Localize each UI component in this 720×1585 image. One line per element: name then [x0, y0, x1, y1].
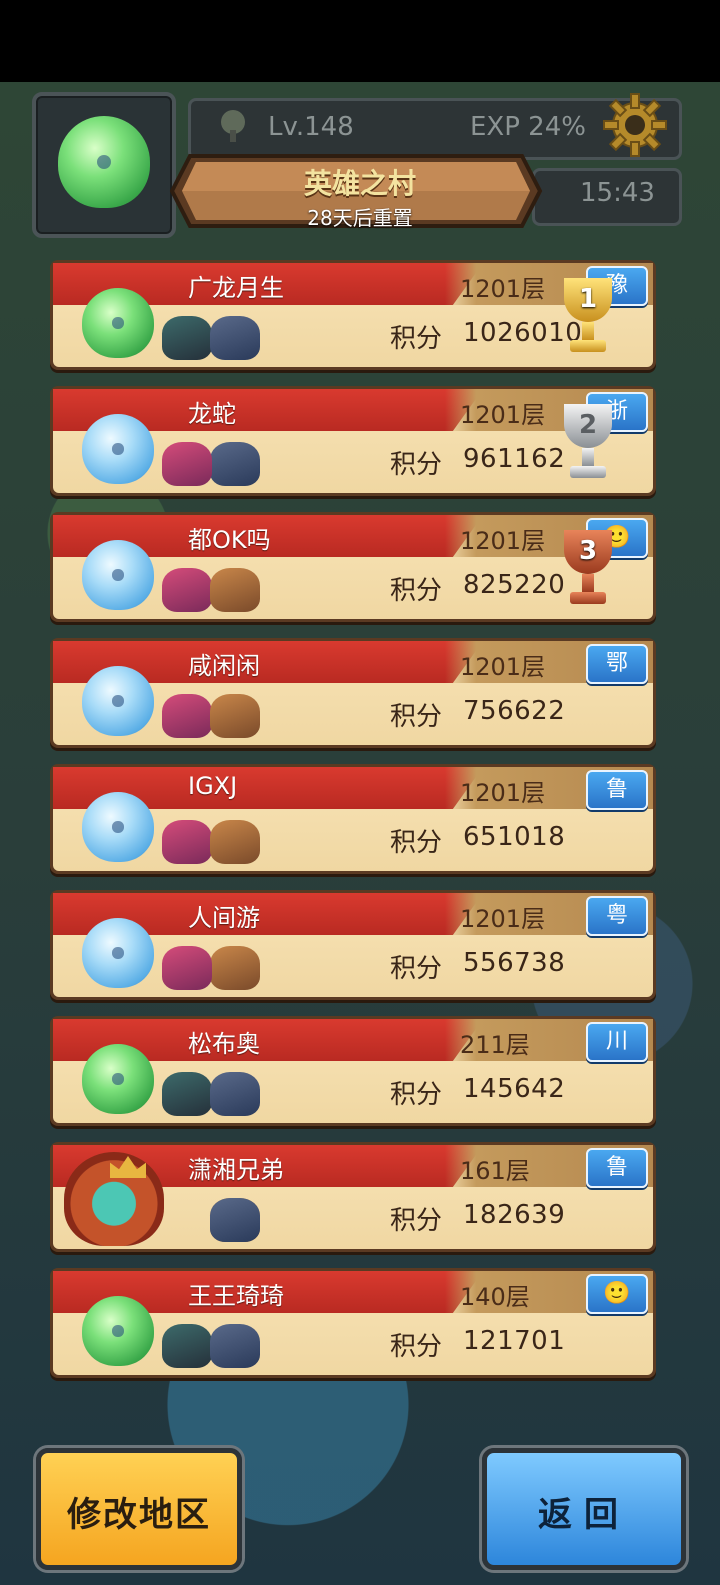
- reset-timer: 15:43: [580, 178, 655, 208]
- player-avatar[interactable]: [32, 92, 176, 238]
- floor-count: 1201层: [460, 653, 546, 681]
- region-badge: 🙂: [586, 1274, 648, 1314]
- score-label: 积分: [390, 1080, 443, 1110]
- ranking-row-9[interactable]: 王王琦琦 140层 积分 121701 🙂: [50, 1268, 656, 1378]
- ranking-row-6[interactable]: 人间游 1201层 积分 556738 粤: [50, 890, 656, 1000]
- tree-icon: [221, 110, 245, 142]
- score-value: 556738: [463, 948, 566, 978]
- slime-avatar-icon: [82, 540, 154, 610]
- score-label: 积分: [390, 954, 443, 984]
- team-monsters: [162, 812, 272, 866]
- score-label: 积分: [390, 1206, 443, 1236]
- score-value: 121701: [463, 1326, 566, 1356]
- slime-avatar-icon: [82, 414, 154, 484]
- change-region-button[interactable]: 修改地区: [36, 1448, 242, 1570]
- score-value: 182639: [463, 1200, 566, 1230]
- bronze-trophy-icon: 3: [556, 530, 620, 608]
- ranking-row-2[interactable]: 龙蛇 1201层 积分 961162 浙 2: [50, 386, 656, 496]
- reset-countdown-text: 28天后重置: [307, 206, 413, 230]
- gear-icon[interactable]: [600, 90, 670, 160]
- ranking-row-1[interactable]: 广龙月生 1201层 积分 1026010 豫 1: [50, 260, 656, 370]
- floor-count: 161层: [460, 1157, 530, 1185]
- player-name: 咸闲闲: [188, 652, 260, 680]
- team-monsters: [162, 686, 272, 740]
- ranking-list[interactable]: 广龙月生 1201层 积分 1026010 豫 1 龙蛇 1201层 积分 96…: [50, 260, 656, 1394]
- player-name: 潇湘兄弟: [188, 1156, 284, 1184]
- floor-count: 211层: [460, 1031, 530, 1059]
- score-label: 积分: [390, 828, 443, 858]
- slime-avatar-icon: [82, 792, 154, 862]
- region-badge: 粤: [586, 896, 648, 936]
- player-name: 王王琦琦: [188, 1282, 284, 1310]
- region-badge: 鄂: [586, 644, 648, 684]
- status-bar-area: [0, 0, 720, 82]
- slime-avatar-icon: [82, 1296, 154, 1366]
- slime-avatar-icon: [58, 116, 150, 208]
- team-monsters: [162, 1316, 272, 1370]
- region-badge: 川: [586, 1022, 648, 1062]
- slime-avatar-icon: [82, 1044, 154, 1114]
- team-monsters: [162, 1064, 272, 1118]
- floor-count: 140层: [460, 1283, 530, 1311]
- score-value: 756622: [463, 696, 566, 726]
- player-name: 松布奥: [188, 1030, 260, 1058]
- player-name: 龙蛇: [188, 400, 236, 428]
- ranking-row-7[interactable]: 松布奥 211层 积分 145642 川: [50, 1016, 656, 1126]
- score-label: 积分: [390, 450, 443, 480]
- team-monsters: [162, 560, 272, 614]
- back-button[interactable]: 返回: [482, 1448, 686, 1570]
- player-name: 都OK吗: [188, 526, 271, 554]
- score-value: 961162: [463, 444, 566, 474]
- score-value: 651018: [463, 822, 566, 852]
- team-monsters: [162, 1190, 272, 1244]
- floor-count: 1201层: [460, 401, 546, 429]
- player-name: 广龙月生: [188, 274, 284, 302]
- team-monsters: [162, 308, 272, 362]
- score-label: 积分: [390, 576, 443, 606]
- slime-avatar-icon: [82, 918, 154, 988]
- score-label: 积分: [390, 324, 443, 354]
- back-label: 返回: [538, 1495, 630, 1535]
- ranking-row-3[interactable]: 都OK吗 1201层 积分 825220 🙂 3: [50, 512, 656, 622]
- team-monsters: [162, 938, 272, 992]
- ranking-row-5[interactable]: IGXJ 1201层 积分 651018 鲁: [50, 764, 656, 874]
- village-title: 英雄之村: [303, 167, 416, 200]
- score-label: 积分: [390, 702, 443, 732]
- team-monsters: [162, 434, 272, 488]
- region-badge: 鲁: [586, 1148, 648, 1188]
- ranking-row-8[interactable]: 潇湘兄弟 161层 积分 182639 鲁: [50, 1142, 656, 1252]
- slime-avatar-icon: [82, 288, 154, 358]
- exp-percent: EXP 24%: [470, 112, 586, 142]
- hero-avatar-icon: [64, 1152, 164, 1246]
- region-badge: 鲁: [586, 770, 648, 810]
- floor-count: 1201层: [460, 275, 546, 303]
- slime-avatar-icon: [82, 666, 154, 736]
- gold-trophy-icon: 1: [556, 278, 620, 356]
- silver-trophy-icon: 2: [556, 404, 620, 482]
- score-value: 825220: [463, 570, 566, 600]
- player-name: IGXJ: [188, 772, 238, 800]
- floor-count: 1201层: [460, 779, 546, 807]
- player-level: Lv.148: [268, 112, 354, 142]
- ranking-row-4[interactable]: 咸闲闲 1201层 积分 756622 鄂: [50, 638, 656, 748]
- change-region-label: 修改地区: [67, 1495, 211, 1535]
- floor-count: 1201层: [460, 527, 546, 555]
- score-value: 145642: [463, 1074, 566, 1104]
- score-label: 积分: [390, 1332, 443, 1362]
- floor-count: 1201层: [460, 905, 546, 933]
- player-name: 人间游: [188, 904, 260, 932]
